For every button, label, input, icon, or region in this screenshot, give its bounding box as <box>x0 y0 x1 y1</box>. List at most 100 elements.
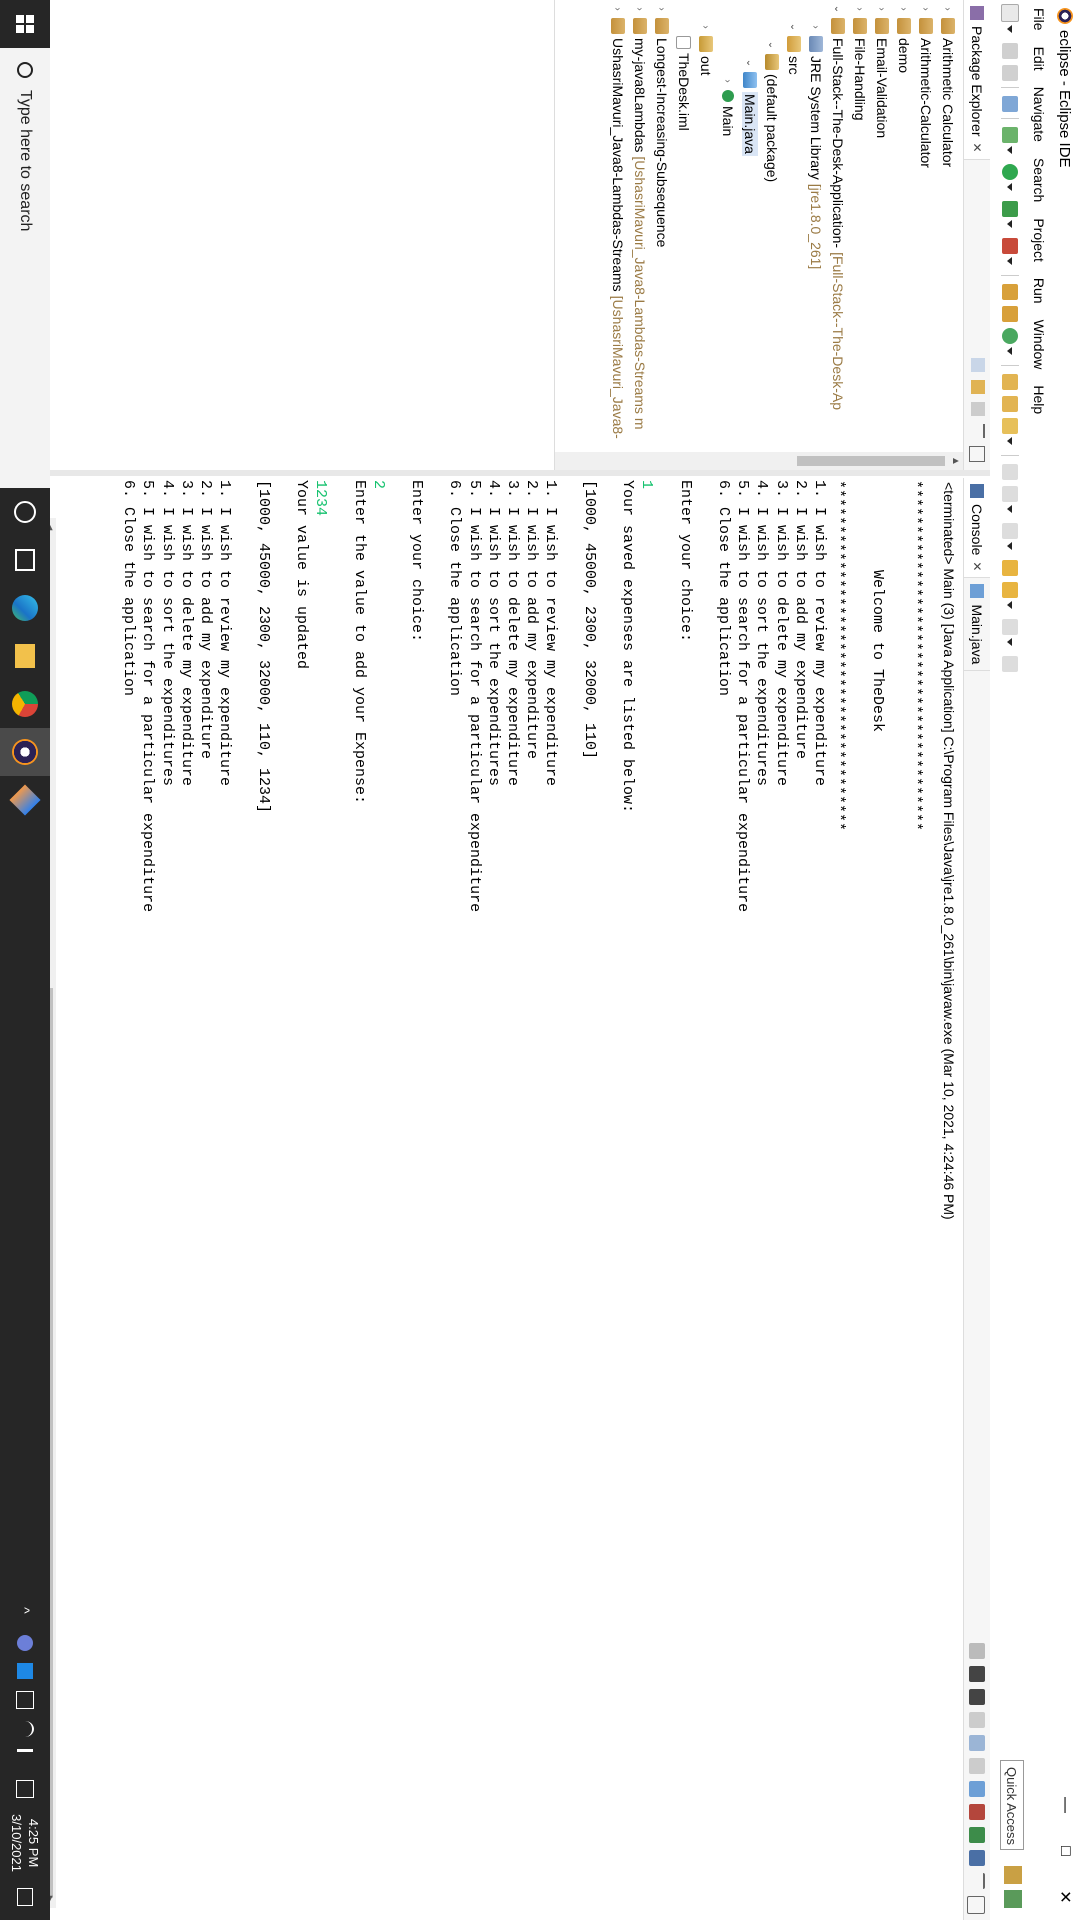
chevron-up-icon[interactable]: ^ <box>17 1607 33 1623</box>
tree-item[interactable]: › UshasriMavuri_Java8-Lambdas-Streams [Ush… <box>607 0 629 470</box>
task-view-icon[interactable] <box>0 536 50 584</box>
link-with-editor-icon[interactable] <box>971 380 985 394</box>
tree-item[interactable]: ⌄ Main.java <box>739 0 761 470</box>
console-output[interactable]: *************************************** … <box>113 478 931 1920</box>
tree-item[interactable]: › out <box>695 0 717 470</box>
expand-arrow-closed-icon[interactable]: › <box>899 4 910 14</box>
coverage-icon[interactable] <box>1002 201 1018 217</box>
tree-item[interactable]: ⌄ Full-Stack--The-Desk-Application- [Full-… <box>827 0 849 470</box>
maximize-button[interactable]: □ <box>1050 1828 1080 1874</box>
save-all-icon[interactable] <box>1002 65 1018 81</box>
start-button[interactable] <box>0 0 50 48</box>
expand-arrow-closed-icon[interactable]: › <box>921 4 932 14</box>
minimize-button[interactable]: — <box>1050 1782 1080 1828</box>
tree-item[interactable]: ⌄ src <box>783 0 805 470</box>
coverage-dropdown-icon[interactable] <box>1007 220 1013 228</box>
teams-icon[interactable] <box>17 1635 33 1652</box>
volume-icon[interactable] <box>17 1749 33 1769</box>
expand-arrow-closed-icon[interactable]: › <box>943 4 954 14</box>
new-dropdown-icon[interactable] <box>1007 25 1013 33</box>
new-package-icon[interactable] <box>1002 306 1018 322</box>
external-tools-icon[interactable] <box>1002 238 1018 254</box>
tree-item[interactable]: › Arithmetic Calculator <box>937 0 959 470</box>
tree-item[interactable]: TheDesk.iml <box>673 0 695 470</box>
expand-arrow-open-icon[interactable]: ⌄ <box>767 40 778 50</box>
scroll-lock-icon[interactable] <box>969 1712 985 1728</box>
show-console-on-error-icon[interactable] <box>969 1781 985 1797</box>
pin-editor-icon[interactable] <box>1002 656 1018 672</box>
forward-dropdown-icon[interactable] <box>1007 638 1013 646</box>
open-task-icon[interactable] <box>1002 396 1018 412</box>
tree-item[interactable]: › demo <box>893 0 915 470</box>
previous-annotation-dropdown-icon[interactable] <box>1007 542 1013 550</box>
menu-file[interactable]: File <box>1031 0 1047 39</box>
menu-run[interactable]: Run <box>1031 270 1047 312</box>
run-icon[interactable] <box>1002 164 1018 180</box>
expand-arrow-open-icon[interactable]: ⌄ <box>745 58 756 68</box>
scroll-thumb[interactable] <box>797 456 945 466</box>
taskbar-search-box[interactable]: Type here to search <box>0 48 50 488</box>
new-java-project-icon[interactable] <box>1002 284 1018 300</box>
close-button[interactable]: ✕ <box>1050 1874 1080 1920</box>
tree-item[interactable]: › Email-Validation <box>871 0 893 470</box>
menu-edit[interactable]: Edit <box>1031 39 1047 79</box>
annotation-dropdown-icon[interactable] <box>1007 505 1013 513</box>
app-icon[interactable] <box>0 776 50 824</box>
menu-navigate[interactable]: Navigate <box>1031 79 1047 150</box>
menu-window[interactable]: Window <box>1031 312 1047 378</box>
tree-item[interactable]: ⌄ (default package) <box>761 0 783 470</box>
back-icon[interactable] <box>1002 582 1018 598</box>
show-console-on-output-icon[interactable] <box>969 1758 985 1774</box>
tree-item[interactable]: › Main <box>717 0 739 470</box>
back-dropdown-icon[interactable] <box>1007 601 1013 609</box>
new-icon[interactable] <box>1001 4 1019 22</box>
previous-annotation-icon[interactable] <box>1002 523 1018 539</box>
tree-vertical-scrollbar[interactable]: ▲ ▼ <box>533 452 963 470</box>
expand-arrow-open-icon[interactable]: ⌄ <box>789 22 800 32</box>
tree-item[interactable]: › JRE System Library [jre1.8.0_261] <box>805 0 827 470</box>
forward-icon[interactable] <box>1002 619 1018 635</box>
close-tab-icon[interactable]: ✕ <box>970 143 984 153</box>
edge-icon[interactable] <box>0 584 50 632</box>
wifi-icon[interactable] <box>16 1721 34 1738</box>
debug-dropdown-icon[interactable] <box>1007 146 1013 154</box>
word-wrap-icon[interactable] <box>969 1735 985 1751</box>
debug-icon[interactable] <box>1002 127 1018 143</box>
tree-item[interactable]: › Longest-Increasing-Subsequence <box>651 0 673 470</box>
minimize-console-icon[interactable] <box>979 1873 985 1889</box>
open-console-icon[interactable] <box>969 1850 985 1866</box>
expand-arrow-closed-icon[interactable]: › <box>855 4 866 14</box>
remove-all-terminated-icon[interactable] <box>969 1689 985 1705</box>
toggle-mark-icon[interactable] <box>1002 464 1018 480</box>
menu-search[interactable]: Search <box>1031 150 1047 210</box>
annotation-icon[interactable] <box>1002 486 1018 502</box>
remove-launch-icon[interactable] <box>969 1666 985 1682</box>
cortana-icon[interactable] <box>0 488 50 536</box>
menu-project[interactable]: Project <box>1031 210 1047 270</box>
run-dropdown-icon[interactable] <box>1007 183 1013 191</box>
tree-item[interactable]: › my-java8Lambdas [UshasriMavuri_Java8-Lam… <box>629 0 651 470</box>
quick-access-input[interactable]: Quick Access <box>1000 1760 1024 1850</box>
new-class-dropdown-icon[interactable] <box>1007 347 1013 355</box>
tree-item[interactable]: › File-Handling <box>849 0 871 470</box>
open-perspective-icon[interactable] <box>1004 1866 1022 1884</box>
tab-console[interactable]: Console ✕ <box>964 478 990 579</box>
file-explorer-icon[interactable] <box>0 632 50 680</box>
tab-package-explorer[interactable]: Package Explorer ✕ <box>964 0 990 160</box>
expand-arrow-closed-icon[interactable]: › <box>811 22 822 32</box>
collapse-all-icon[interactable] <box>971 358 985 372</box>
external-tools-dropdown-icon[interactable] <box>1007 257 1013 265</box>
new-class-icon[interactable] <box>1002 328 1018 344</box>
tab-main-java[interactable]: Main.java <box>964 578 990 672</box>
pin-console-icon[interactable] <box>969 1804 985 1820</box>
view-sash[interactable] <box>0 470 990 476</box>
terminate-icon[interactable] <box>969 1643 985 1659</box>
expand-arrow-closed-icon[interactable]: › <box>723 76 734 86</box>
expand-arrow-closed-icon[interactable]: › <box>635 4 646 14</box>
expand-arrow-closed-icon[interactable]: › <box>701 22 712 32</box>
expand-arrow-closed-icon[interactable]: › <box>613 4 624 14</box>
tree-item[interactable]: › Arithmetic-Calculator <box>915 0 937 470</box>
keyboard-icon[interactable] <box>16 1780 34 1799</box>
scroll-up-icon[interactable]: ▲ <box>950 456 961 466</box>
last-edit-location-icon[interactable] <box>1002 560 1018 576</box>
